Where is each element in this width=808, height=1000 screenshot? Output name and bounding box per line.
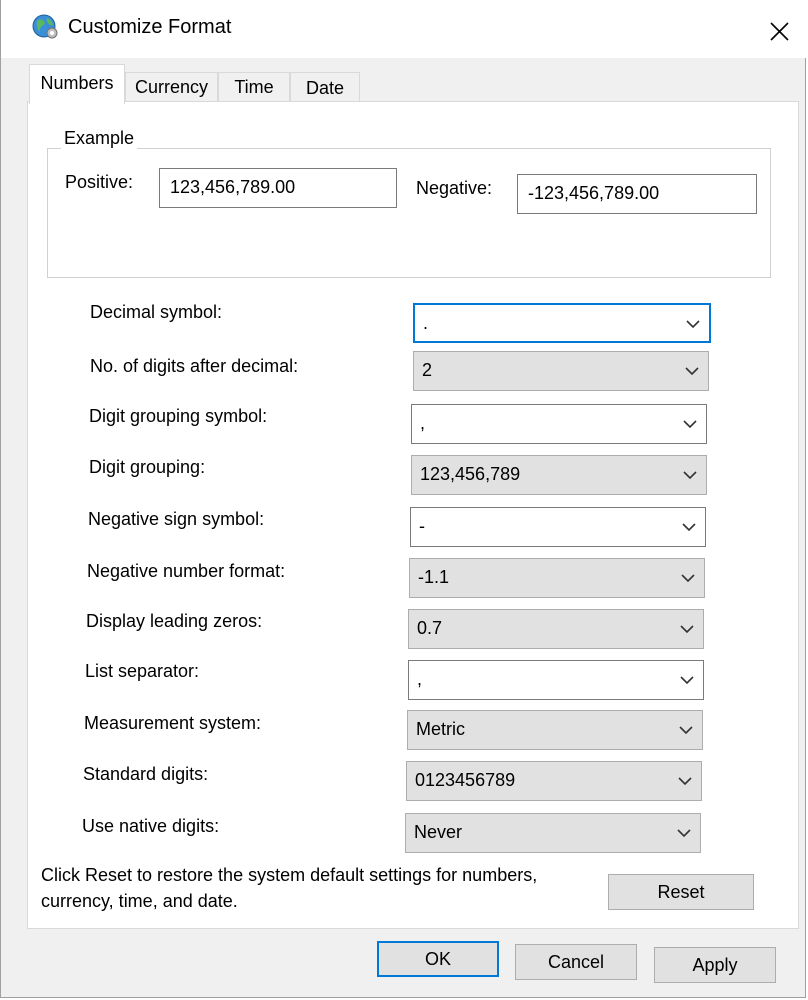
customize-format-dialog: Customize Format Numbers Currency Time D… bbox=[0, 0, 807, 998]
negative-number-format-label: Negative number format: bbox=[87, 561, 286, 581]
decimal-symbol-value: . bbox=[423, 313, 429, 333]
digit-grouping-symbol-label: Digit grouping symbol: bbox=[89, 406, 268, 426]
ok-button-label: OK bbox=[424, 949, 451, 969]
positive-example-field: 123,456,789.00 bbox=[159, 168, 397, 208]
apply-button-label: Apply bbox=[692, 955, 738, 975]
digit-grouping-symbol-value: , bbox=[420, 413, 426, 433]
digits-after-decimal-value: 2 bbox=[422, 360, 433, 380]
chevron-down-icon bbox=[680, 676, 694, 685]
use-native-digits-value: Never bbox=[414, 822, 463, 842]
close-icon bbox=[770, 22, 789, 41]
display-leading-zeros-value: 0.7 bbox=[417, 618, 443, 638]
reset-button-label: Reset bbox=[657, 882, 705, 902]
digits-after-decimal-combo[interactable]: 2 bbox=[413, 351, 709, 391]
tab-time[interactable]: Time bbox=[218, 72, 290, 102]
negative-number-format-value: -1.1 bbox=[418, 567, 450, 587]
list-separator-value: , bbox=[417, 669, 423, 689]
measurement-system-combo[interactable]: Metric bbox=[407, 710, 703, 750]
chevron-down-icon bbox=[686, 320, 700, 329]
cancel-button[interactable]: Cancel bbox=[515, 944, 637, 980]
standard-digits-label: Standard digits: bbox=[83, 764, 209, 784]
display-leading-zeros-combo[interactable]: 0.7 bbox=[408, 609, 704, 649]
cancel-button-label: Cancel bbox=[547, 952, 605, 972]
tab-label: Numbers bbox=[40, 73, 114, 93]
title-bar: Customize Format bbox=[1, 0, 807, 58]
digit-grouping-combo[interactable]: 123,456,789 bbox=[411, 455, 707, 495]
example-legend: Example bbox=[61, 128, 138, 149]
tab-currency[interactable]: Currency bbox=[125, 72, 218, 102]
chevron-down-icon bbox=[685, 367, 699, 376]
chevron-down-icon bbox=[683, 420, 697, 429]
negative-sign-symbol-value: - bbox=[419, 516, 425, 536]
measurement-system-value: Metric bbox=[416, 719, 465, 739]
positive-example-value: 123,456,789.00 bbox=[170, 177, 296, 197]
standard-digits-value: 0123456789 bbox=[415, 770, 516, 790]
use-native-digits-label: Use native digits: bbox=[82, 816, 220, 836]
digit-grouping-symbol-combo[interactable]: , bbox=[411, 404, 707, 444]
reset-info-text: Click Reset to restore the system defaul… bbox=[41, 865, 538, 911]
digit-grouping-label: Digit grouping: bbox=[89, 457, 206, 477]
tab-numbers[interactable]: Numbers bbox=[29, 64, 125, 104]
display-leading-zeros-label: Display leading zeros: bbox=[86, 611, 263, 631]
close-button[interactable] bbox=[757, 14, 801, 50]
chevron-down-icon bbox=[681, 574, 695, 583]
globe-settings-icon bbox=[31, 12, 59, 40]
apply-button[interactable]: Apply bbox=[654, 947, 776, 983]
chevron-down-icon bbox=[678, 777, 692, 786]
reset-button[interactable]: Reset bbox=[608, 874, 754, 910]
positive-label: Positive: bbox=[65, 172, 134, 192]
chevron-down-icon bbox=[680, 625, 694, 634]
chevron-down-icon bbox=[682, 523, 696, 532]
chevron-down-icon bbox=[683, 471, 697, 480]
chevron-down-icon bbox=[677, 829, 691, 838]
list-separator-combo[interactable]: , bbox=[408, 660, 704, 700]
decimal-symbol-combo[interactable]: . bbox=[413, 303, 711, 343]
tab-label: Currency bbox=[134, 77, 209, 97]
negative-sign-symbol-combo[interactable]: - bbox=[410, 507, 706, 547]
negative-label: Negative: bbox=[416, 178, 493, 198]
negative-example-value: -123,456,789.00 bbox=[528, 183, 660, 203]
digits-after-decimal-label: No. of digits after decimal: bbox=[90, 356, 299, 376]
ok-button[interactable]: OK bbox=[377, 941, 499, 977]
dialog-title: Customize Format bbox=[68, 16, 232, 38]
tab-date[interactable]: Date bbox=[290, 72, 360, 102]
tab-label: Date bbox=[305, 78, 345, 98]
negative-example-field: -123,456,789.00 bbox=[517, 174, 757, 214]
use-native-digits-combo[interactable]: Never bbox=[405, 813, 701, 853]
list-separator-label: List separator: bbox=[85, 661, 200, 681]
negative-number-format-combo[interactable]: -1.1 bbox=[409, 558, 705, 598]
tab-label: Time bbox=[234, 77, 274, 97]
negative-sign-symbol-label: Negative sign symbol: bbox=[88, 509, 265, 529]
decimal-symbol-label: Decimal symbol: bbox=[90, 302, 223, 322]
digit-grouping-value: 123,456,789 bbox=[420, 464, 521, 484]
measurement-system-label: Measurement system: bbox=[84, 713, 262, 733]
standard-digits-combo[interactable]: 0123456789 bbox=[406, 761, 702, 801]
chevron-down-icon bbox=[679, 726, 693, 735]
